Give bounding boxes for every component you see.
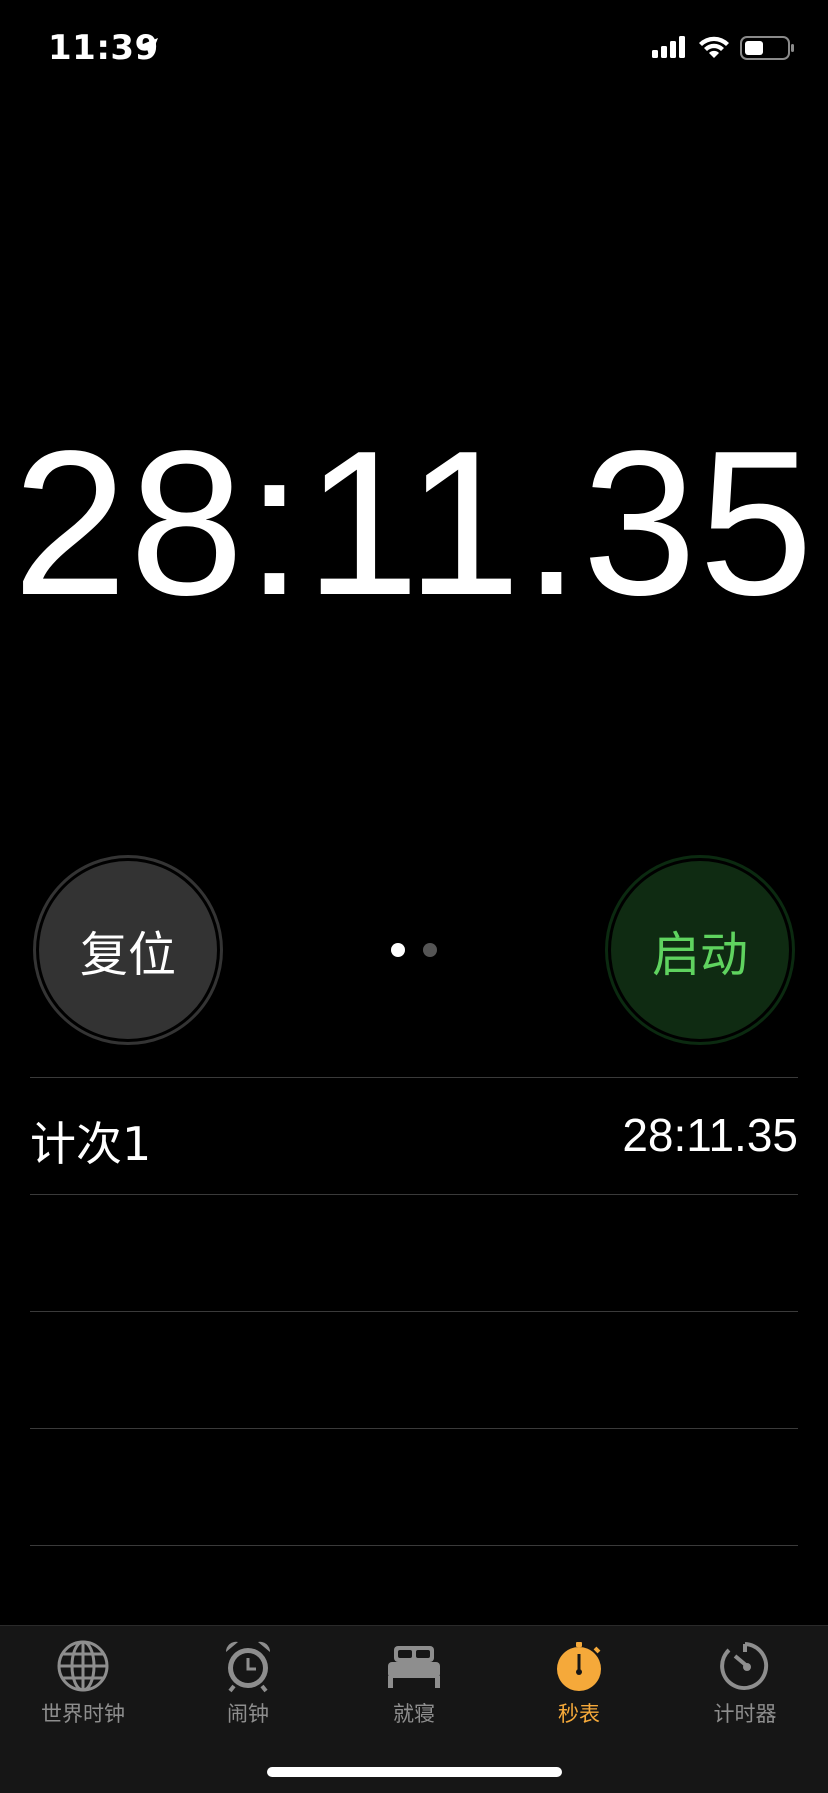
globe-icon [57, 1640, 109, 1692]
tab-label: 闹钟 [227, 1702, 269, 1726]
tab-label: 世界时钟 [41, 1702, 125, 1726]
lap-time: 28:11.35 [622, 1109, 798, 1161]
tab-world-clock[interactable]: 世界时钟 [0, 1638, 166, 1738]
tab-bedtime[interactable]: 就寝 [331, 1638, 497, 1738]
stopwatch-icon [557, 1642, 601, 1691]
start-button[interactable]: 启动 [605, 855, 795, 1045]
timer-icon [720, 1642, 769, 1690]
tab-label: 计时器 [713, 1702, 777, 1726]
lap-row [30, 1428, 798, 1546]
tab-alarm[interactable]: 闹钟 [165, 1638, 331, 1738]
wifi-icon [699, 36, 729, 58]
status-bar: 11:39 [0, 0, 828, 100]
battery-icon [740, 36, 794, 60]
lap-row [30, 1311, 798, 1428]
start-button-label: 启动 [611, 861, 789, 1039]
tab-timer[interactable]: 计时器 [662, 1638, 828, 1738]
cellular-signal-icon [652, 36, 685, 58]
page-dot-inactive [423, 943, 437, 957]
tab-label: 秒表 [558, 1702, 600, 1726]
bed-icon [388, 1646, 440, 1688]
location-arrow-icon [138, 38, 158, 58]
alarm-clock-icon [225, 1641, 271, 1693]
tab-stopwatch[interactable]: 秒表 [496, 1638, 662, 1738]
reset-button-label: 复位 [39, 861, 217, 1039]
lap-row: 计次1 28:11.35 [30, 1077, 798, 1194]
tab-label: 就寝 [393, 1702, 435, 1726]
reset-button[interactable]: 复位 [33, 855, 223, 1045]
page-dot-active [391, 943, 405, 957]
lap-list[interactable]: 计次1 28:11.35 [30, 1077, 798, 1546]
lap-label: 计次1 [30, 1117, 152, 1171]
home-indicator[interactable] [267, 1767, 562, 1777]
lap-row [30, 1194, 798, 1311]
elapsed-time-display: 28:11.35 [12, 408, 816, 638]
page-indicator[interactable] [388, 943, 440, 957]
